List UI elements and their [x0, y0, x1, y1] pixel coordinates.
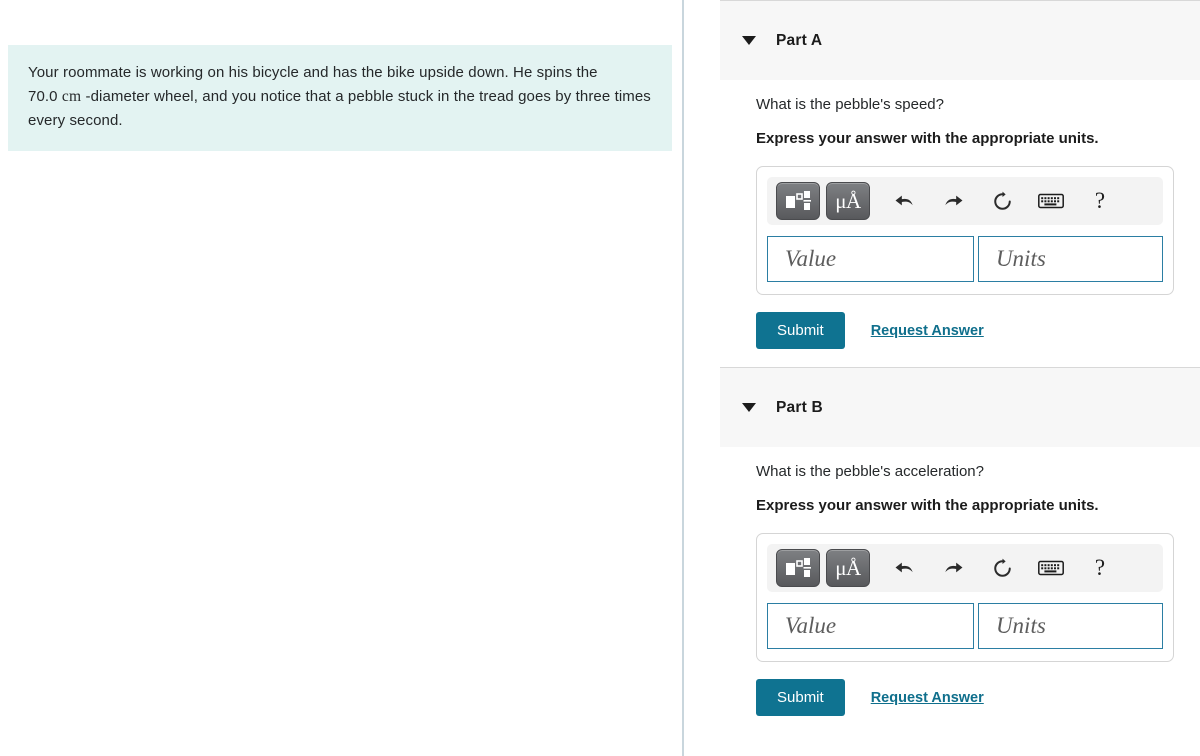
answer-fields-a: Value Units	[767, 236, 1163, 282]
reset-icon[interactable]	[982, 549, 1022, 587]
answer-box-a: μÅ ? Value Units	[756, 166, 1174, 295]
part-body-b: What is the pebble's acceleration? Expre…	[684, 447, 1200, 716]
undo-icon[interactable]	[884, 182, 924, 220]
value-input-a[interactable]: Value	[767, 236, 974, 282]
help-icon[interactable]: ?	[1080, 549, 1120, 587]
value-placeholder-a: Value	[785, 246, 837, 271]
units-button-label: μÅ	[835, 555, 861, 580]
units-button[interactable]: μÅ	[826, 182, 870, 220]
problem-statement-box: Your roommate is working on his bicycle …	[8, 45, 672, 151]
keyboard-icon[interactable]	[1031, 549, 1071, 587]
math-template-icon	[786, 558, 811, 577]
question-text-a: What is the pebble's speed?	[756, 96, 944, 113]
problem-text-part2: -diameter wheel, and you notice that a p…	[28, 88, 651, 129]
problem-statement-text: Your roommate is working on his bicycle …	[28, 61, 652, 133]
part-header-a[interactable]: Part A	[720, 0, 1200, 80]
answer-toolbar-a: μÅ ?	[767, 177, 1163, 225]
answer-box-b: μÅ ? Value Units	[756, 533, 1174, 662]
units-button-label: μÅ	[835, 188, 861, 213]
part-body-a: What is the pebble's speed? Express your…	[684, 80, 1200, 349]
chevron-down-icon[interactable]	[742, 403, 756, 412]
answer-actions-a: Submit Request Answer	[756, 312, 1200, 349]
submit-button-a[interactable]: Submit	[756, 312, 845, 349]
undo-icon[interactable]	[884, 549, 924, 587]
units-input-a[interactable]: Units	[977, 236, 1163, 282]
submit-button-b[interactable]: Submit	[756, 679, 845, 716]
value-input-b[interactable]: Value	[767, 603, 974, 649]
units-placeholder-a: Units	[995, 246, 1046, 271]
help-icon[interactable]: ?	[1080, 182, 1120, 220]
request-answer-link-a[interactable]: Request Answer	[871, 323, 984, 339]
problem-value: 70.0	[28, 88, 58, 105]
reset-icon[interactable]	[982, 182, 1022, 220]
math-template-button[interactable]	[776, 549, 820, 587]
keyboard-icon[interactable]	[1031, 182, 1071, 220]
answer-actions-b: Submit Request Answer	[756, 679, 1200, 716]
part-header-b[interactable]: Part B	[720, 367, 1200, 447]
parts-panel: Part A What is the pebble's speed? Expre…	[684, 0, 1200, 756]
math-template-button[interactable]	[776, 182, 820, 220]
request-answer-link-b[interactable]: Request Answer	[871, 690, 984, 706]
instruction-text-a: Express your answer with the appropriate…	[756, 130, 1099, 147]
value-placeholder-b: Value	[785, 613, 837, 638]
answer-fields-b: Value Units	[767, 603, 1163, 649]
units-button[interactable]: μÅ	[826, 549, 870, 587]
question-text-b: What is the pebble's acceleration?	[756, 463, 984, 480]
instruction-text-b: Express your answer with the appropriate…	[756, 497, 1099, 514]
problem-statement-panel: Your roommate is working on his bicycle …	[0, 0, 684, 756]
answer-toolbar-b: μÅ ?	[767, 544, 1163, 592]
part-label-a: Part A	[776, 31, 823, 49]
math-template-icon	[786, 191, 811, 210]
redo-icon[interactable]	[933, 549, 973, 587]
problem-unit: cm	[61, 88, 82, 105]
page-root: Your roommate is working on his bicycle …	[0, 0, 1200, 756]
problem-text-part1: Your roommate is working on his bicycle …	[28, 64, 598, 81]
redo-icon[interactable]	[933, 182, 973, 220]
units-placeholder-b: Units	[995, 613, 1046, 638]
part-label-b: Part B	[776, 398, 823, 416]
units-input-b[interactable]: Units	[977, 603, 1163, 649]
chevron-down-icon[interactable]	[742, 36, 756, 45]
